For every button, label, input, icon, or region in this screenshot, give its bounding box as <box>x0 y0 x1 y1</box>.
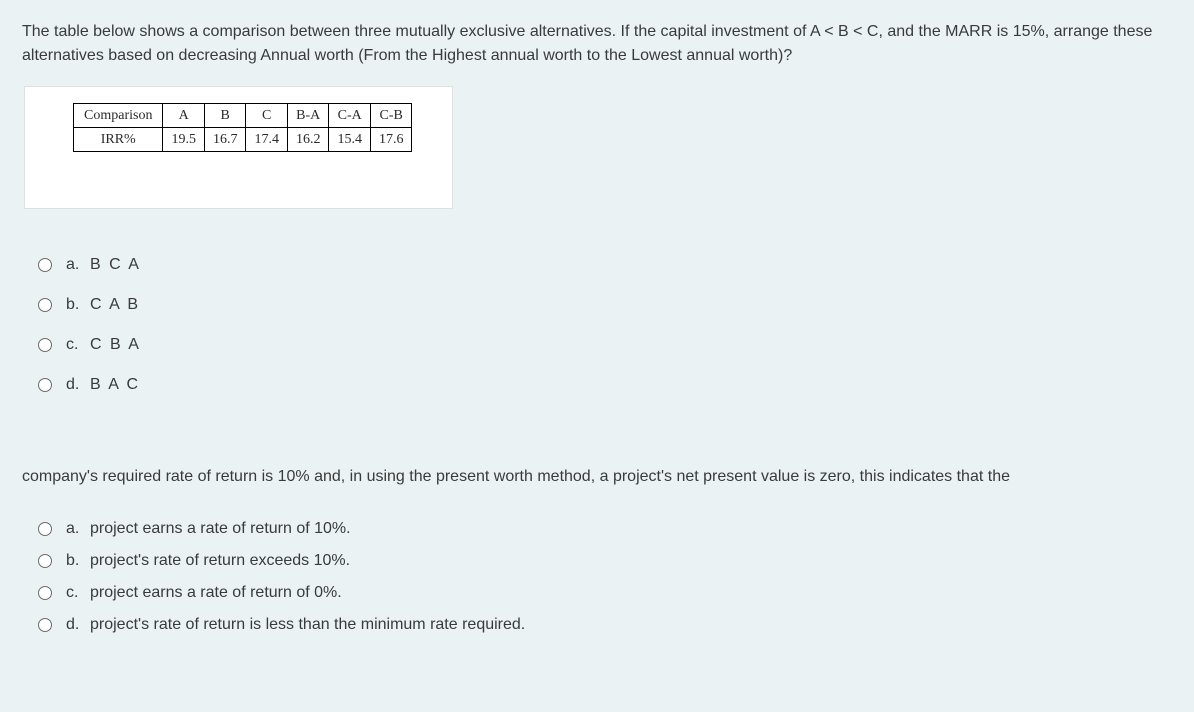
table-cell: 17.6 <box>370 128 412 152</box>
radio-icon <box>38 378 52 392</box>
option-letter: d. <box>66 613 90 637</box>
option-letter: a. <box>66 253 90 277</box>
option-text: project's rate of return is less than th… <box>90 613 525 637</box>
table-cell: 16.7 <box>204 128 246 152</box>
table-header-cell: B <box>204 104 246 128</box>
table-header-cell: B-A <box>287 104 329 128</box>
question1-options: a. B C A b. C A B c. C B A d. B A C <box>22 245 1172 405</box>
table-cell: 16.2 <box>287 128 329 152</box>
table-cell: 15.4 <box>329 128 371 152</box>
table-header-cell: C-A <box>329 104 371 128</box>
option-text: C A B <box>90 293 140 317</box>
option-a[interactable]: a. B C A <box>22 245 1172 285</box>
option-text: project earns a rate of return of 0%. <box>90 581 342 605</box>
option-text: B A C <box>90 373 140 397</box>
radio-icon <box>38 338 52 352</box>
table-header-cell: A <box>163 104 205 128</box>
option-text: B C A <box>90 253 141 277</box>
option-b[interactable]: b. project's rate of return exceeds 10%. <box>22 545 1172 577</box>
radio-icon <box>38 586 52 600</box>
option-letter: a. <box>66 517 90 541</box>
option-letter: d. <box>66 373 90 397</box>
option-d[interactable]: d. project's rate of return is less than… <box>22 609 1172 641</box>
question2-options: a. project earns a rate of return of 10%… <box>22 513 1172 641</box>
table-cell: IRR% <box>74 128 163 152</box>
table-cell: 19.5 <box>163 128 205 152</box>
option-letter: c. <box>66 581 90 605</box>
option-letter: c. <box>66 333 90 357</box>
option-a[interactable]: a. project earns a rate of return of 10%… <box>22 513 1172 545</box>
option-text: project's rate of return exceeds 10%. <box>90 549 350 573</box>
question1-text: The table below shows a comparison betwe… <box>22 20 1172 68</box>
option-c[interactable]: c. C B A <box>22 325 1172 365</box>
radio-icon <box>38 618 52 632</box>
option-text: project earns a rate of return of 10%. <box>90 517 351 541</box>
option-d[interactable]: d. B A C <box>22 365 1172 405</box>
radio-icon <box>38 258 52 272</box>
table-header-cell: C-B <box>370 104 412 128</box>
comparison-table: Comparison A B C B-A C-A C-B IRR% 19.5 1… <box>73 103 412 152</box>
option-letter: b. <box>66 549 90 573</box>
option-c[interactable]: c. project earns a rate of return of 0%. <box>22 577 1172 609</box>
comparison-table-box: Comparison A B C B-A C-A C-B IRR% 19.5 1… <box>24 86 453 209</box>
radio-icon <box>38 298 52 312</box>
radio-icon <box>38 522 52 536</box>
option-text: C B A <box>90 333 141 357</box>
option-b[interactable]: b. C A B <box>22 285 1172 325</box>
radio-icon <box>38 554 52 568</box>
table-header-cell: C <box>246 104 288 128</box>
table-cell: 17.4 <box>246 128 288 152</box>
option-letter: b. <box>66 293 90 317</box>
question2-text: company's required rate of return is 10%… <box>22 465 1172 489</box>
table-header-cell: Comparison <box>74 104 163 128</box>
